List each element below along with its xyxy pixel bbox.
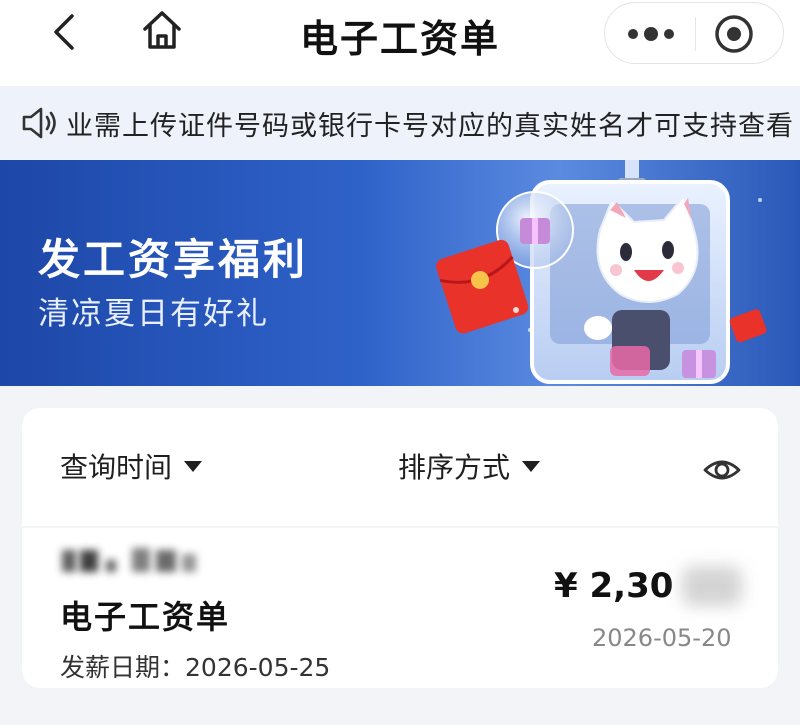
notice-bar: 业需上传证件号码或银行卡号对应的真实姓名才可支持查看 <box>0 86 800 160</box>
more-dots-icon[interactable] <box>619 13 683 55</box>
capsule-divider <box>695 17 696 51</box>
banner-title: 发工资享福利 <box>38 235 309 284</box>
banner-subtitle: 清凉夏日有好礼 <box>38 296 269 332</box>
pay-date: 发薪日期：2026-05-25 <box>60 648 330 684</box>
sort-order-dropdown[interactable]: 排序方式 <box>398 446 541 486</box>
promo-banner[interactable]: 发工资享福利 清凉夏日有好礼 <box>0 160 800 386</box>
pay-date-value: 2026-05-25 <box>185 653 331 682</box>
filter-bar: 查询时间 排序方式 <box>22 408 778 526</box>
payslip-title: 电子工资单 <box>60 598 231 636</box>
navigation-bar: 电子工资单 <box>0 0 800 86</box>
redacted-company-name <box>58 544 208 578</box>
eye-icon[interactable] <box>702 450 742 490</box>
speaker-icon <box>22 107 56 139</box>
mini-program-capsule <box>604 2 784 64</box>
payslip-amount: ¥ 2,30 <box>554 566 674 606</box>
cat-mascot-illustration <box>436 160 767 384</box>
target-close-icon[interactable] <box>711 11 757 57</box>
sort-order-label: 排序方式 <box>398 451 511 484</box>
issue-date: 2026-05-20 <box>592 624 732 652</box>
redacted-amount <box>682 566 742 606</box>
query-time-label: 查询时间 <box>60 451 173 484</box>
caret-down-icon <box>522 460 541 472</box>
notice-text: 业需上传证件号码或银行卡号对应的真实姓名才可支持查看 <box>66 110 794 142</box>
caret-down-icon <box>184 460 203 472</box>
pay-date-label: 发薪日期： <box>60 653 186 682</box>
payslip-list-item[interactable]: 电子工资单 发薪日期：2026-05-25 ¥ 2,30 2026-05-20 <box>22 528 778 688</box>
query-time-dropdown[interactable]: 查询时间 <box>60 446 203 486</box>
